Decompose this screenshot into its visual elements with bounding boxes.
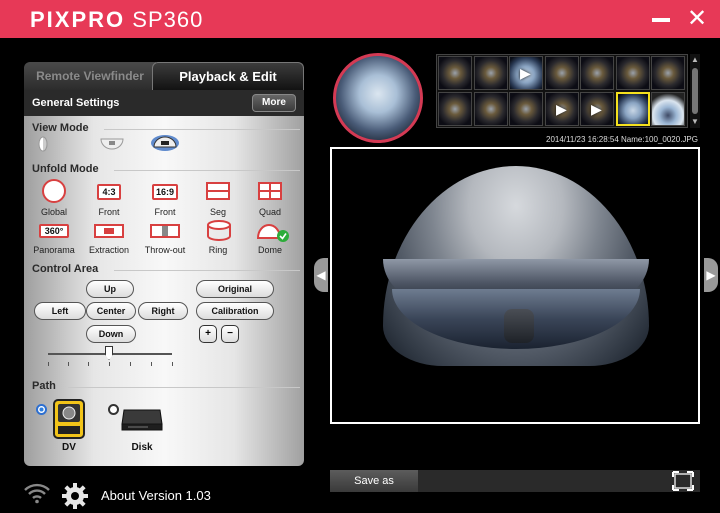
scroll-down-icon[interactable]: ▼ [691, 117, 699, 126]
left-button[interactable]: Left [34, 302, 86, 320]
slider-tick [68, 362, 69, 366]
zoom-out-button[interactable]: − [221, 325, 239, 343]
minimize-button[interactable] [648, 6, 674, 32]
path-disk-label: Disk [131, 442, 153, 453]
view-mode-title: View Mode [32, 122, 89, 134]
thumbnail[interactable] [616, 56, 650, 90]
slider-tick [172, 362, 173, 366]
scroll-up-icon[interactable]: ▲ [691, 55, 699, 64]
unfold-label: Seg [209, 207, 226, 217]
panorama-unfold-icon: 360° [39, 224, 69, 238]
thumbnail[interactable] [509, 92, 543, 126]
app-brand: PIXPRO [30, 7, 126, 32]
seg-unfold-icon [206, 182, 230, 200]
unfold-label: Extraction [88, 245, 130, 255]
unfold-mode-title: Unfold Mode [32, 163, 99, 175]
wifi-icon[interactable] [24, 482, 50, 504]
zoom-slider-thumb[interactable] [105, 346, 113, 360]
app-logo: PIXPRO SP360 [30, 7, 203, 33]
unfold-label: Panorama [33, 245, 75, 255]
disk-icon[interactable] [120, 404, 164, 432]
calibration-button[interactable]: Calibration [196, 302, 274, 320]
down-button[interactable]: Down [86, 325, 136, 343]
close-button[interactable]: ✕ [684, 6, 710, 32]
thumbnail-video[interactable] [580, 92, 614, 126]
slider-tick [109, 362, 110, 366]
slider-tick [48, 362, 49, 366]
thumbnail[interactable] [438, 56, 472, 90]
tab-playback-edit[interactable]: Playback & Edit [152, 62, 304, 90]
path-dv-radio[interactable] [36, 404, 47, 415]
divider [68, 387, 300, 388]
unfold-label: Throw-out [144, 245, 186, 255]
settings-panel: General Settings More View Mode Unfold M… [24, 90, 304, 466]
right-button[interactable]: Right [138, 302, 188, 320]
title-bar: PIXPRO SP360 ✕ [0, 0, 720, 38]
extraction-unfold-icon [94, 224, 124, 238]
zoom-in-button[interactable]: + [199, 325, 217, 343]
save-as-button[interactable]: Save as [330, 470, 418, 492]
thumbnail[interactable] [651, 92, 685, 126]
general-settings-bar: General Settings More [24, 90, 304, 116]
more-button[interactable]: More [252, 94, 296, 112]
current-image-thumbnail [333, 53, 423, 143]
thumbnail-scrollbar[interactable]: ▲ ▼ [690, 54, 700, 128]
divider [114, 270, 300, 271]
ring-unfold-icon [207, 220, 231, 241]
thumbnail-strip [436, 54, 688, 128]
thumbnail-selected[interactable] [616, 92, 650, 126]
unfold-label: Front [98, 207, 120, 217]
mode-tabs: Remote Viewfinder Playback & Edit [24, 62, 304, 90]
dome-unfold-icon [256, 224, 289, 242]
fullscreen-icon[interactable] [672, 471, 694, 491]
dome-view-icon[interactable] [150, 134, 180, 152]
original-button[interactable]: Original [196, 280, 274, 298]
front-view-icon[interactable] [38, 136, 52, 152]
thumbnail-video[interactable] [509, 56, 543, 90]
thumbnail[interactable] [474, 92, 508, 126]
binocular-scope [504, 309, 534, 343]
unfold-label: Ring [208, 245, 228, 255]
control-area-title: Control Area [32, 263, 99, 275]
thumbnail[interactable] [474, 56, 508, 90]
slider-tick [88, 362, 89, 366]
unfold-label: Global [40, 207, 67, 217]
path-dv-label: DV [62, 442, 76, 453]
slider-tick [130, 362, 131, 366]
scrollbar-thumb[interactable] [692, 68, 698, 114]
gear-icon[interactable] [60, 481, 90, 511]
throw-out-unfold-icon [150, 224, 180, 238]
image-viewer[interactable] [330, 147, 700, 424]
thumbnail[interactable] [438, 92, 472, 126]
tab-remote-viewfinder[interactable]: Remote Viewfinder [24, 62, 156, 90]
unfold-label: Quad [258, 207, 282, 217]
previous-image-button[interactable]: ◀ [314, 258, 328, 292]
slider-tick [151, 362, 152, 366]
thumbnail[interactable] [580, 56, 614, 90]
divider [114, 170, 300, 171]
center-button[interactable]: Center [86, 302, 136, 320]
file-info: 2014/11/23 16:28:54 Name:100_0020.JPG [546, 135, 698, 144]
app-model: SP360 [132, 7, 204, 32]
quad-unfold-icon [258, 182, 282, 200]
unfold-label: Front [154, 207, 176, 217]
path-disk-radio[interactable] [108, 404, 119, 415]
front-16-9-icon: 16:9 [152, 184, 178, 200]
front-4-3-icon: 4:3 [97, 184, 121, 200]
about-version[interactable]: About Version 1.03 [101, 488, 211, 503]
thumbnail[interactable] [651, 56, 685, 90]
next-image-button[interactable]: ▶ [704, 258, 718, 292]
thumbnail[interactable] [545, 56, 579, 90]
unfold-label: Dome [257, 245, 282, 255]
general-settings-title: General Settings [32, 97, 120, 109]
global-unfold-icon [42, 179, 66, 203]
camera-dv-icon[interactable] [52, 396, 86, 440]
path-title: Path [32, 380, 56, 392]
thumbnail-video[interactable] [545, 92, 579, 126]
divider [104, 129, 300, 130]
up-button[interactable]: Up [86, 280, 134, 298]
save-bar: Save as [330, 470, 700, 492]
ceiling-view-icon[interactable] [100, 138, 124, 150]
